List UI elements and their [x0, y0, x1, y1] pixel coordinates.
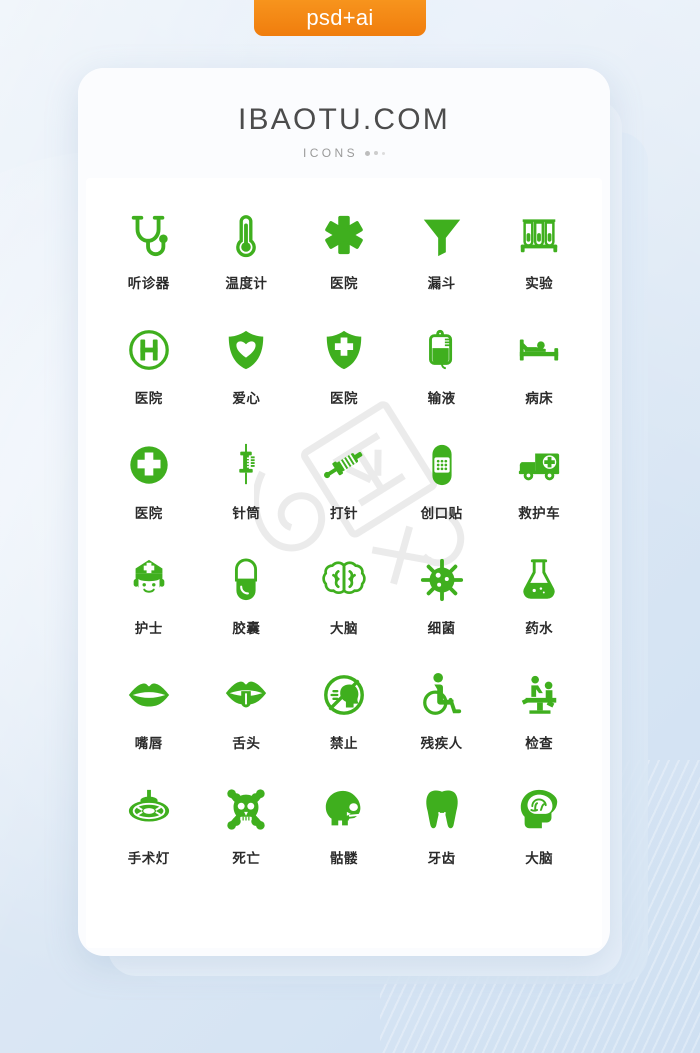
icon-label: 检查: [525, 736, 554, 751]
icon-label: 禁止: [329, 736, 358, 751]
icon-label: 医院: [329, 391, 358, 406]
flask-icon: [516, 549, 562, 611]
syringe-vertical-icon: [223, 434, 269, 496]
icon-cell-test-tubes[interactable]: 实验: [490, 204, 588, 319]
icon-set-card: IBAOTU.COM ICONS 听诊器 温度计 医院 漏斗 实验 医院 爱心 …: [78, 68, 610, 956]
lips-icon: [126, 664, 172, 726]
test-tubes-icon: [516, 204, 562, 266]
icon-label: 救护车: [518, 506, 561, 521]
brain-outline-icon: [321, 549, 367, 611]
hospital-h-circle-icon: [126, 319, 172, 381]
icon-label: 医院: [329, 276, 358, 291]
funnel-icon: [419, 204, 465, 266]
bandage-icon: [419, 434, 465, 496]
nurse-icon: [126, 549, 172, 611]
icon-cell-syringe[interactable]: 针筒: [198, 434, 296, 549]
icon-label: 大脑: [329, 621, 358, 636]
icon-label: 大脑: [525, 851, 554, 866]
skull-crossbones-icon: [223, 779, 269, 841]
ambulance-icon: [516, 434, 562, 496]
icon-label: 创口贴: [420, 506, 463, 521]
icon-label: 胶囊: [232, 621, 261, 636]
icon-grid-panel: 听诊器 温度计 医院 漏斗 实验 医院 爱心 医院 输液 病床 医院 针筒 打针…: [86, 178, 602, 948]
tongue-icon: [223, 664, 269, 726]
page-subtitle: ICONS: [302, 146, 358, 160]
icon-label: 药水: [525, 621, 554, 636]
icon-cell-iv-drip[interactable]: 输液: [393, 319, 491, 434]
wheelchair-icon: [419, 664, 465, 726]
icon-cell-no-talking[interactable]: 禁止: [295, 664, 393, 779]
skull-profile-icon: [321, 779, 367, 841]
subtitle-row: ICONS: [78, 146, 610, 160]
icon-label: 漏斗: [427, 276, 456, 291]
icon-cell-shield-heart[interactable]: 爱心: [198, 319, 296, 434]
tooth-icon: [419, 779, 465, 841]
icon-cell-stethoscope[interactable]: 听诊器: [100, 204, 198, 319]
icon-cell-skull-crossbones[interactable]: 死亡: [198, 779, 296, 894]
head-brain-icon: [516, 779, 562, 841]
icon-label: 牙齿: [427, 851, 456, 866]
dots-decoration: [365, 150, 385, 156]
bacteria-icon: [419, 549, 465, 611]
icon-cell-tongue[interactable]: 舌头: [198, 664, 296, 779]
icon-label: 打针: [329, 506, 358, 521]
icon-cell-ambulance[interactable]: 救护车: [490, 434, 588, 549]
thermometer-icon: [223, 204, 269, 266]
icon-label: 医院: [134, 391, 163, 406]
psd-ai-badge: psd+ai: [254, 0, 426, 36]
icon-cell-injection[interactable]: 打针: [295, 434, 393, 549]
icon-label: 骷髅: [329, 851, 358, 866]
icon-cell-flask[interactable]: 药水: [490, 549, 588, 664]
icon-label: 病床: [525, 391, 554, 406]
icon-cell-lips[interactable]: 嘴唇: [100, 664, 198, 779]
icon-label: 温度计: [225, 276, 268, 291]
icon-label: 细菌: [427, 621, 456, 636]
icon-cell-hospital-h[interactable]: 医院: [100, 319, 198, 434]
icon-label: 嘴唇: [134, 736, 163, 751]
examination-chair-icon: [516, 664, 562, 726]
icon-cell-skull-profile[interactable]: 骷髅: [295, 779, 393, 894]
icon-cell-wheelchair[interactable]: 残疾人: [393, 664, 491, 779]
icon-label: 实验: [525, 276, 554, 291]
icon-cell-hospital-bed[interactable]: 病床: [490, 319, 588, 434]
surgical-lamp-icon: [126, 779, 172, 841]
icon-label: 医院: [134, 506, 163, 521]
icon-cell-head-brain[interactable]: 大脑: [490, 779, 588, 894]
icon-label: 舌头: [232, 736, 261, 751]
icon-cell-surgical-lamp[interactable]: 手术灯: [100, 779, 198, 894]
icon-label: 针筒: [232, 506, 261, 521]
icon-label: 爱心: [232, 391, 261, 406]
shield-cross-icon: [321, 319, 367, 381]
stethoscope-icon: [126, 204, 172, 266]
icon-cell-circle-cross[interactable]: 医院: [100, 434, 198, 549]
icon-label: 输液: [427, 391, 456, 406]
card-header: IBAOTU.COM ICONS: [78, 68, 610, 178]
icon-cell-nurse[interactable]: 护士: [100, 549, 198, 664]
circle-cross-icon: [126, 434, 172, 496]
icon-label: 手术灯: [127, 851, 170, 866]
icon-cell-tooth[interactable]: 牙齿: [393, 779, 491, 894]
icon-cell-star-of-life[interactable]: 医院: [295, 204, 393, 319]
icon-cell-thermometer[interactable]: 温度计: [198, 204, 296, 319]
star-of-life-icon: [321, 204, 367, 266]
icon-cell-bacteria[interactable]: 细菌: [393, 549, 491, 664]
syringe-injection-icon: [321, 434, 367, 496]
icon-label: 死亡: [232, 851, 261, 866]
icon-cell-shield-cross[interactable]: 医院: [295, 319, 393, 434]
no-talking-icon: [321, 664, 367, 726]
icon-cell-capsule[interactable]: 胶囊: [198, 549, 296, 664]
hospital-bed-icon: [516, 319, 562, 381]
iv-drip-bag-icon: [419, 319, 465, 381]
icon-label: 护士: [134, 621, 163, 636]
page-title: IBAOTU.COM: [237, 103, 450, 136]
icon-label: 听诊器: [127, 276, 170, 291]
shield-heart-icon: [223, 319, 269, 381]
icon-label: 残疾人: [420, 736, 463, 751]
icon-cell-bandage[interactable]: 创口贴: [393, 434, 491, 549]
capsule-icon: [223, 549, 269, 611]
icon-cell-examination[interactable]: 检查: [490, 664, 588, 779]
icon-cell-brain-outline[interactable]: 大脑: [295, 549, 393, 664]
icon-grid: 听诊器 温度计 医院 漏斗 实验 医院 爱心 医院 输液 病床 医院 针筒 打针…: [86, 178, 602, 894]
icon-cell-funnel[interactable]: 漏斗: [393, 204, 491, 319]
